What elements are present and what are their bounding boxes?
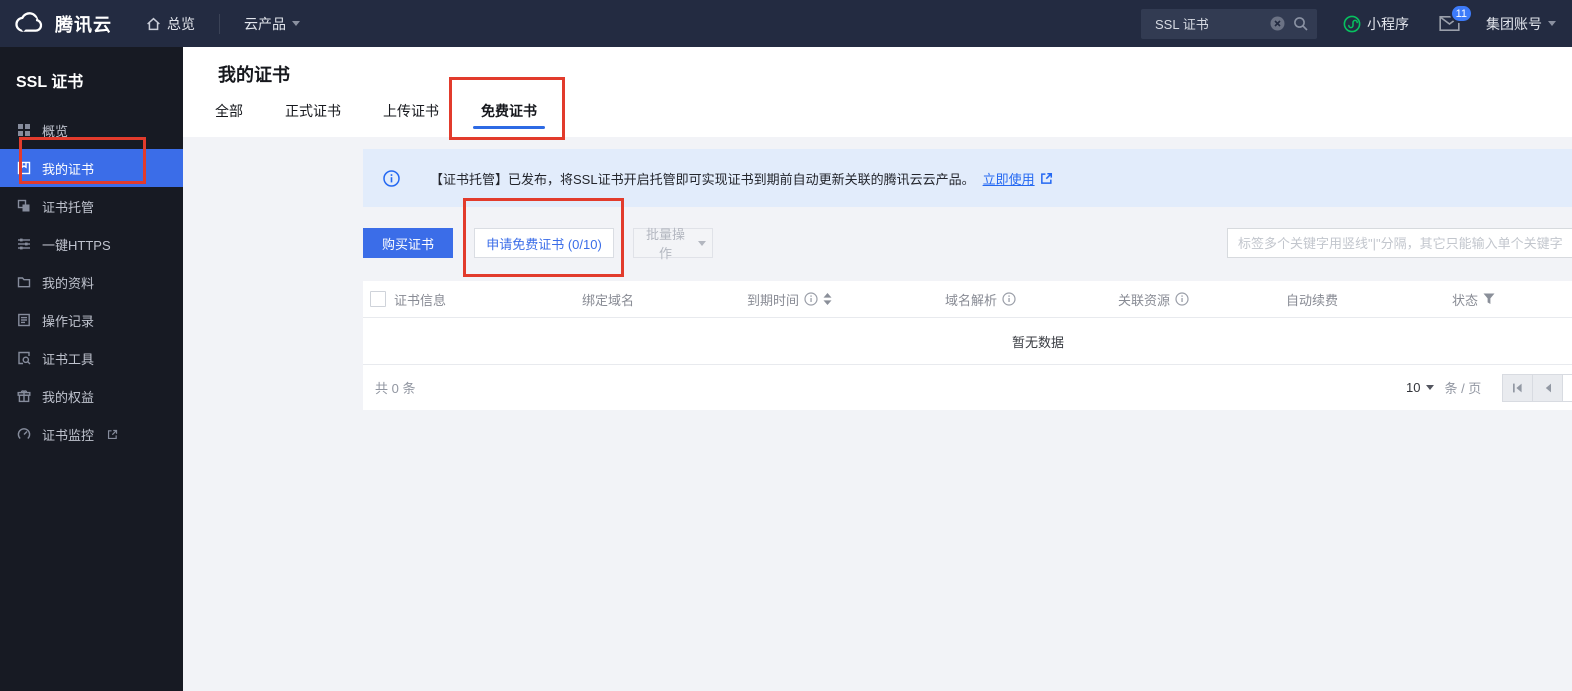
- topbar: 腾讯云 总览 云产品: [0, 0, 1572, 47]
- mini-program-icon: [1343, 15, 1361, 33]
- column-status: 状态: [1452, 290, 1572, 309]
- mail-button[interactable]: 11: [1439, 15, 1460, 32]
- select-all-checkbox[interactable]: [370, 291, 386, 307]
- tab-free-certificates[interactable]: 免费证书: [477, 101, 541, 137]
- prev-page-icon: [1544, 383, 1552, 393]
- column-bound-domain: 绑定域名: [582, 290, 747, 309]
- chevron-down-icon: [698, 241, 706, 246]
- sidebar: SSL 证书 概览 我的证书 证书托管: [0, 47, 183, 691]
- table-header-row: 证书信息 绑定域名 到期时间: [363, 281, 1572, 318]
- external-link-icon: [1040, 172, 1053, 185]
- per-page-label: 条 / 页: [1444, 378, 1481, 397]
- hosting-icon: [16, 199, 31, 213]
- chevron-down-icon: [1426, 385, 1434, 390]
- column-expiry-time: 到期时间: [747, 290, 945, 309]
- mini-program-entry[interactable]: 小程序: [1343, 14, 1409, 34]
- document-lines-icon: [16, 313, 31, 327]
- column-domain-resolution: 域名解析: [945, 290, 1118, 309]
- column-cert-info: 证书信息: [394, 290, 582, 309]
- nav-overview[interactable]: 总览: [146, 14, 195, 34]
- sidebar-item-one-key-https[interactable]: 一键HTTPS: [0, 225, 183, 263]
- certificate-icon: [16, 161, 31, 175]
- page-size-select[interactable]: 10: [1406, 380, 1434, 395]
- toolbar: 购买证书 申请免费证书 (0/10) 批量操作: [363, 228, 1572, 258]
- info-icon: [383, 170, 400, 187]
- external-link-icon: [107, 429, 118, 440]
- clear-search-icon[interactable]: [1270, 16, 1285, 31]
- page-title: 我的证书: [218, 61, 290, 87]
- pager-prev-button[interactable]: [1532, 374, 1563, 402]
- nav-divider: [219, 14, 220, 34]
- tab-uploaded-certificates[interactable]: 上传证书: [379, 101, 443, 137]
- gauge-icon: [16, 427, 31, 441]
- apply-free-certificate-button[interactable]: 申请免费证书 (0/10): [474, 228, 614, 258]
- tab-paid-certificates[interactable]: 正式证书: [281, 101, 345, 137]
- gift-icon: [16, 389, 31, 403]
- document-search-icon: [16, 351, 31, 365]
- info-circle-icon[interactable]: [1175, 292, 1189, 306]
- banner-text: 【证书托管】已发布，将SSL证书开启托管即可实现证书到期前自动更新关联的腾讯云云…: [430, 169, 975, 188]
- pagination-bar: 共 0 条 10 条 / 页: [363, 365, 1572, 410]
- brand-text: 腾讯云: [55, 11, 112, 37]
- sidebar-item-cert-monitor[interactable]: 证书监控: [0, 415, 183, 453]
- grid-icon: [16, 123, 31, 137]
- pager-first-button[interactable]: [1502, 374, 1533, 402]
- sidebar-item-my-benefits[interactable]: 我的权益: [0, 377, 183, 415]
- certificate-table: 证书信息 绑定域名 到期时间: [363, 281, 1572, 410]
- sidebar-item-my-certificates[interactable]: 我的证书: [0, 149, 183, 187]
- account-label: 集团账号: [1486, 14, 1542, 34]
- buy-certificate-button[interactable]: 购买证书: [363, 228, 453, 258]
- search-input[interactable]: [1153, 15, 1270, 32]
- sidebar-item-my-profile[interactable]: 我的资料: [0, 263, 183, 301]
- empty-text: 暂无数据: [1012, 332, 1064, 351]
- sidebar-item-overview[interactable]: 概览: [0, 111, 183, 149]
- tab-all[interactable]: 全部: [211, 101, 247, 137]
- first-page-icon: [1512, 383, 1523, 393]
- chevron-down-icon: [1548, 21, 1556, 26]
- filter-icon[interactable]: [1483, 293, 1495, 305]
- sliders-icon: [16, 237, 31, 251]
- info-banner: 【证书托管】已发布，将SSL证书开启托管即可实现证书到期前自动更新关联的腾讯云云…: [363, 149, 1572, 207]
- chevron-down-icon: [292, 21, 300, 26]
- topbar-search: [1141, 9, 1317, 39]
- folder-icon: [16, 275, 31, 289]
- sidebar-item-cert-tools[interactable]: 证书工具: [0, 339, 183, 377]
- tab-bar: 全部 正式证书 上传证书 免费证书: [211, 101, 575, 137]
- info-circle-icon[interactable]: [804, 292, 818, 306]
- main-header: 我的证书 全部 正式证书 上传证书 免费证书: [183, 47, 1572, 137]
- column-associated-resources: 关联资源: [1118, 290, 1286, 309]
- pager: [1503, 374, 1572, 402]
- main-body: 【证书托管】已发布，将SSL证书开启托管即可实现证书到期前自动更新关联的腾讯云云…: [183, 137, 1572, 691]
- nav-products[interactable]: 云产品: [244, 14, 300, 34]
- account-menu[interactable]: 集团账号: [1486, 14, 1556, 34]
- empty-state: 暂无数据: [363, 318, 1572, 365]
- banner-use-now-link[interactable]: 立即使用: [983, 169, 1035, 188]
- tag-filter-input[interactable]: [1227, 228, 1572, 258]
- sidebar-title: SSL 证书: [0, 47, 183, 111]
- mail-badge: 11: [1450, 4, 1473, 23]
- page-number-input[interactable]: [1562, 374, 1572, 402]
- sort-icon[interactable]: [823, 293, 832, 305]
- home-icon: [146, 17, 161, 31]
- total-count: 共 0 条: [375, 378, 415, 397]
- tencent-cloud-logo-icon[interactable]: [12, 11, 46, 36]
- info-circle-icon[interactable]: [1002, 292, 1016, 306]
- sidebar-item-operation-log[interactable]: 操作记录: [0, 301, 183, 339]
- column-auto-renewal: 自动续费: [1286, 290, 1452, 309]
- batch-operation-button[interactable]: 批量操作: [633, 228, 713, 258]
- search-icon[interactable]: [1293, 16, 1309, 32]
- sidebar-item-cert-hosting[interactable]: 证书托管: [0, 187, 183, 225]
